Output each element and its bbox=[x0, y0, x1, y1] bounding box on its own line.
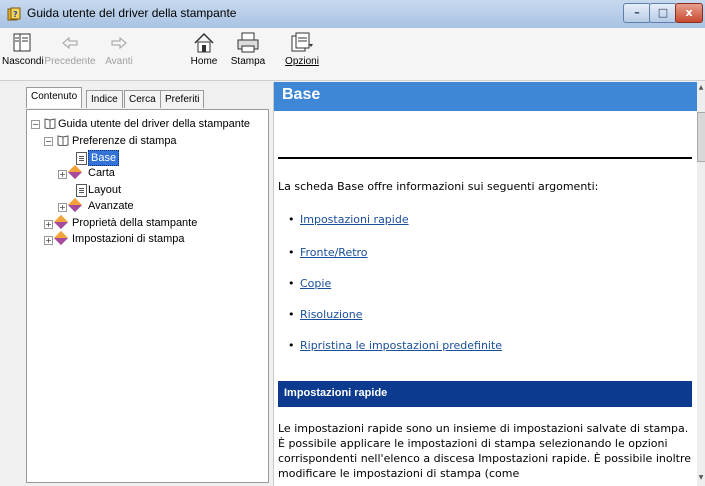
back-label: Precedente bbox=[44, 56, 96, 67]
tree-item-base[interactable]: Base bbox=[88, 150, 120, 166]
expand-icon[interactable]: + bbox=[44, 220, 53, 229]
tree-item-root[interactable]: Guida utente del driver della stampante bbox=[58, 117, 250, 131]
minimize-icon: – bbox=[634, 6, 640, 19]
link-resolution[interactable]: Risoluzione bbox=[300, 308, 363, 321]
tab-index[interactable]: Indice bbox=[86, 90, 123, 108]
tab-search-label: Cerca bbox=[129, 94, 156, 105]
topic-book-icon bbox=[67, 164, 83, 180]
print-label: Stampa bbox=[230, 56, 266, 67]
forward-button[interactable]: Avanti bbox=[99, 30, 139, 67]
collapse-icon[interactable]: − bbox=[44, 137, 53, 146]
link-quick-settings[interactable]: Impostazioni rapide bbox=[300, 213, 409, 226]
options-icon bbox=[291, 32, 313, 52]
print-button[interactable]: Stampa bbox=[228, 30, 268, 67]
tab-favorites[interactable]: Preferiti bbox=[160, 90, 205, 108]
svg-text:?: ? bbox=[13, 10, 18, 19]
expand-icon[interactable]: + bbox=[58, 203, 67, 212]
page-icon bbox=[76, 152, 87, 165]
tab-contents[interactable]: Contenuto bbox=[26, 87, 83, 108]
scroll-up-icon[interactable]: ▲ bbox=[697, 84, 705, 91]
window-title: Guida utente del driver della stampante bbox=[27, 6, 237, 20]
tab-index-label: Indice bbox=[91, 94, 118, 105]
topic-title: Base bbox=[282, 86, 321, 103]
list-item: Fronte/Retro bbox=[288, 246, 368, 259]
topic-book-icon bbox=[67, 197, 83, 213]
tree-item-advanced[interactable]: Avanzate bbox=[88, 199, 134, 213]
section-title: Impostazioni rapide bbox=[284, 387, 388, 399]
page-icon bbox=[76, 184, 87, 197]
minimize-button[interactable]: – bbox=[623, 3, 651, 23]
tree-item-properties[interactable]: Proprietà della stampante bbox=[72, 216, 197, 230]
link-duplex[interactable]: Fronte/Retro bbox=[300, 246, 368, 259]
help-window: ? Guida utente del driver della stampant… bbox=[0, 0, 705, 486]
home-icon bbox=[194, 32, 214, 53]
expand-icon[interactable]: + bbox=[44, 236, 53, 245]
title-bar: ? Guida utente del driver della stampant… bbox=[0, 0, 705, 29]
tab-favorites-label: Preferiti bbox=[165, 94, 200, 105]
hide-label: Nascondi bbox=[2, 56, 44, 67]
forward-arrow-icon bbox=[111, 36, 127, 50]
vertical-scrollbar[interactable]: ▲ ▼ bbox=[697, 82, 705, 486]
topic-book-icon bbox=[53, 214, 69, 230]
open-book-icon bbox=[57, 135, 69, 146]
printer-icon bbox=[237, 32, 259, 53]
list-item: Risoluzione bbox=[288, 308, 363, 321]
section-paragraph: Le impostazioni rapide sono un insieme d… bbox=[278, 422, 691, 480]
scroll-thumb[interactable] bbox=[697, 112, 705, 162]
list-item: Ripristina le impostazioni predefinite bbox=[288, 339, 502, 352]
tree-item-preferences[interactable]: Preferenze di stampa bbox=[72, 134, 177, 148]
collapse-icon[interactable]: − bbox=[31, 120, 40, 129]
section-header: Impostazioni rapide bbox=[278, 381, 692, 407]
close-icon: x bbox=[685, 6, 693, 19]
options-label: Opzioni bbox=[285, 56, 319, 67]
tab-contents-label: Contenuto bbox=[31, 91, 78, 102]
link-restore-defaults[interactable]: Ripristina le impostazioni predefinite bbox=[300, 339, 502, 352]
contents-tree: − Guida utente del driver della stampant… bbox=[26, 109, 269, 483]
scroll-down-icon[interactable]: ▼ bbox=[697, 474, 705, 481]
close-button[interactable]: x bbox=[675, 3, 703, 23]
toolbar: Nascondi Precedente Avanti Home Stampa O… bbox=[0, 28, 705, 81]
tree-item-layout[interactable]: Layout bbox=[88, 183, 121, 197]
maximize-button[interactable]: □ bbox=[649, 3, 677, 23]
maximize-icon: □ bbox=[657, 6, 669, 19]
back-button[interactable]: Precedente bbox=[44, 30, 96, 67]
options-button[interactable]: Opzioni bbox=[282, 30, 322, 67]
home-button[interactable]: Home bbox=[186, 30, 222, 67]
open-book-icon bbox=[44, 118, 56, 129]
link-copies[interactable]: Copie bbox=[300, 277, 331, 290]
hide-button[interactable]: Nascondi bbox=[2, 30, 44, 67]
expand-icon[interactable]: + bbox=[58, 170, 67, 179]
home-label: Home bbox=[190, 56, 218, 67]
hide-pane-icon bbox=[13, 33, 31, 52]
topic-book-icon bbox=[53, 230, 69, 246]
forward-label: Avanti bbox=[105, 56, 133, 67]
tab-search[interactable]: Cerca bbox=[124, 90, 161, 108]
list-item: Copie bbox=[288, 277, 331, 290]
list-item: Impostazioni rapide bbox=[288, 213, 409, 226]
back-arrow-icon bbox=[62, 36, 78, 50]
divider bbox=[278, 157, 692, 159]
help-book-icon: ? bbox=[7, 7, 21, 21]
content-pane: Base La scheda Base offre informazioni s… bbox=[273, 82, 698, 486]
navigation-pane: Contenuto Indice Cerca Preferiti − Guida… bbox=[17, 82, 269, 486]
tree-item-settings[interactable]: Impostazioni di stampa bbox=[72, 232, 185, 246]
topic-header: Base bbox=[274, 82, 698, 111]
intro-text: La scheda Base offre informazioni sui se… bbox=[278, 180, 599, 193]
tree-item-paper[interactable]: Carta bbox=[88, 166, 115, 180]
